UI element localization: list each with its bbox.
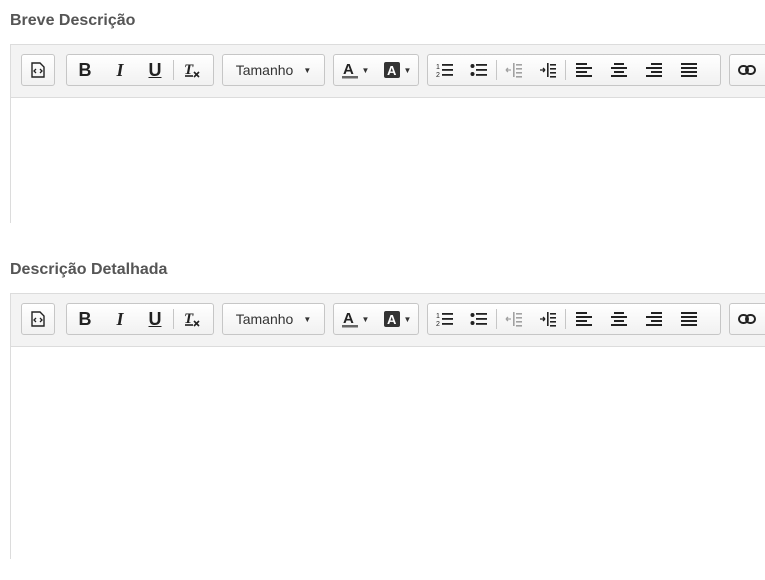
underline-button[interactable]: U: [137, 304, 173, 334]
bulleted-list-button[interactable]: [462, 304, 496, 334]
svg-text:A: A: [343, 310, 354, 327]
paragraph-group: 12: [427, 54, 721, 86]
editor-toolbar: B I U T Tamanho ▼ A ▼ A ▼ 1 2: [11, 294, 765, 347]
bulleted-list-button[interactable]: [462, 55, 496, 85]
remove-format-button[interactable]: T: [174, 304, 210, 334]
align-center-icon: [610, 63, 627, 77]
text-color-button[interactable]: A ▼: [334, 55, 376, 85]
numbered-list-button[interactable]: 12: [428, 304, 462, 334]
link-button[interactable]: [730, 304, 764, 334]
links-group: [729, 303, 765, 335]
text-color-button[interactable]: A ▼: [334, 304, 376, 334]
text-color-icon: A: [341, 310, 358, 328]
italic-button[interactable]: I: [103, 55, 137, 85]
background-color-icon: A: [383, 62, 400, 78]
source-code-icon: [31, 62, 45, 78]
align-center-icon: [610, 312, 627, 326]
background-color-icon: A: [383, 311, 400, 327]
chevron-down-icon: ▼: [303, 314, 312, 324]
clear-format-icon: T: [184, 62, 200, 78]
chevron-down-icon: ▼: [361, 65, 370, 75]
chevron-down-icon: ▼: [403, 65, 412, 75]
svg-text:A: A: [387, 63, 397, 78]
link-icon: [738, 65, 756, 75]
numbered-list-icon: 12: [436, 313, 453, 328]
clear-format-icon: T: [184, 311, 200, 327]
background-color-button[interactable]: A ▼: [376, 55, 418, 85]
italic-button[interactable]: I: [103, 304, 137, 334]
basic-styles-group: B I U T: [66, 54, 214, 86]
editor-content-area[interactable]: [11, 347, 765, 559]
background-color-button[interactable]: A ▼: [376, 304, 418, 334]
bulleted-list-icon: [470, 313, 487, 325]
chevron-down-icon: ▼: [403, 314, 412, 324]
decrease-indent-button[interactable]: [497, 304, 531, 334]
decrease-indent-icon: [505, 312, 522, 327]
align-right-button[interactable]: [636, 55, 671, 85]
decrease-indent-icon: [505, 63, 522, 78]
source-group: [21, 54, 55, 86]
bold-button[interactable]: B: [67, 55, 103, 85]
svg-text:1: 1: [436, 64, 440, 71]
links-group: [729, 54, 765, 86]
colors-group: A ▼ A ▼: [333, 303, 419, 335]
align-left-button[interactable]: [566, 55, 601, 85]
svg-text:A: A: [387, 312, 397, 327]
remove-format-button[interactable]: T: [174, 55, 210, 85]
align-right-icon: [645, 63, 662, 77]
justify-button[interactable]: [671, 304, 706, 334]
numbered-list-icon: 12: [436, 64, 453, 79]
basic-styles-group: B I U T: [66, 303, 214, 335]
editor-content-area[interactable]: [11, 98, 765, 223]
editor-detailed-description: B I U T Tamanho ▼ A ▼ A ▼ 1 2: [10, 293, 765, 559]
underline-button[interactable]: U: [137, 55, 173, 85]
increase-indent-icon: [540, 312, 556, 327]
size-dropdown-label: Tamanho: [235, 62, 294, 78]
justify-button[interactable]: [671, 55, 706, 85]
svg-text:1: 1: [436, 313, 440, 320]
align-right-button[interactable]: [636, 304, 671, 334]
editor-short-description: B I U T Tamanho ▼ A ▼ A ▼ 1 2: [10, 44, 765, 223]
size-dropdown[interactable]: Tamanho ▼: [223, 55, 324, 85]
svg-text:A: A: [343, 61, 354, 78]
text-color-icon: A: [341, 61, 358, 79]
source-code-icon: [31, 311, 45, 327]
source-button[interactable]: [22, 304, 54, 334]
size-group: Tamanho ▼: [222, 303, 325, 335]
align-center-button[interactable]: [601, 55, 636, 85]
chevron-down-icon: ▼: [361, 314, 370, 324]
field-label-short-description: Breve Descrição: [10, 12, 136, 29]
source-button[interactable]: [22, 55, 54, 85]
decrease-indent-button[interactable]: [497, 55, 531, 85]
bold-button[interactable]: B: [67, 304, 103, 334]
increase-indent-button[interactable]: [531, 304, 565, 334]
align-justify-icon: [680, 63, 697, 77]
chevron-down-icon: ▼: [303, 65, 312, 75]
align-left-icon: [575, 63, 592, 77]
bulleted-list-icon: [470, 64, 487, 76]
svg-text:2: 2: [436, 321, 440, 328]
size-group: Tamanho ▼: [222, 54, 325, 86]
numbered-list-button[interactable]: 12: [428, 55, 462, 85]
field-label-detailed-description: Descrição Detalhada: [10, 261, 168, 278]
paragraph-group: 12: [427, 303, 721, 335]
colors-group: A ▼ A ▼: [333, 54, 419, 86]
link-icon: [738, 314, 756, 324]
align-justify-icon: [680, 312, 697, 326]
link-button[interactable]: [730, 55, 764, 85]
align-left-button[interactable]: [566, 304, 601, 334]
align-right-icon: [645, 312, 662, 326]
increase-indent-button[interactable]: [531, 55, 565, 85]
align-left-icon: [575, 312, 592, 326]
size-dropdown[interactable]: Tamanho ▼: [223, 304, 324, 334]
svg-text:2: 2: [436, 72, 440, 79]
size-dropdown-label: Tamanho: [235, 311, 294, 327]
editor-toolbar: B I U T Tamanho ▼ A ▼ A ▼ 1 2: [11, 45, 765, 98]
source-group: [21, 303, 55, 335]
align-center-button[interactable]: [601, 304, 636, 334]
increase-indent-icon: [540, 63, 556, 78]
